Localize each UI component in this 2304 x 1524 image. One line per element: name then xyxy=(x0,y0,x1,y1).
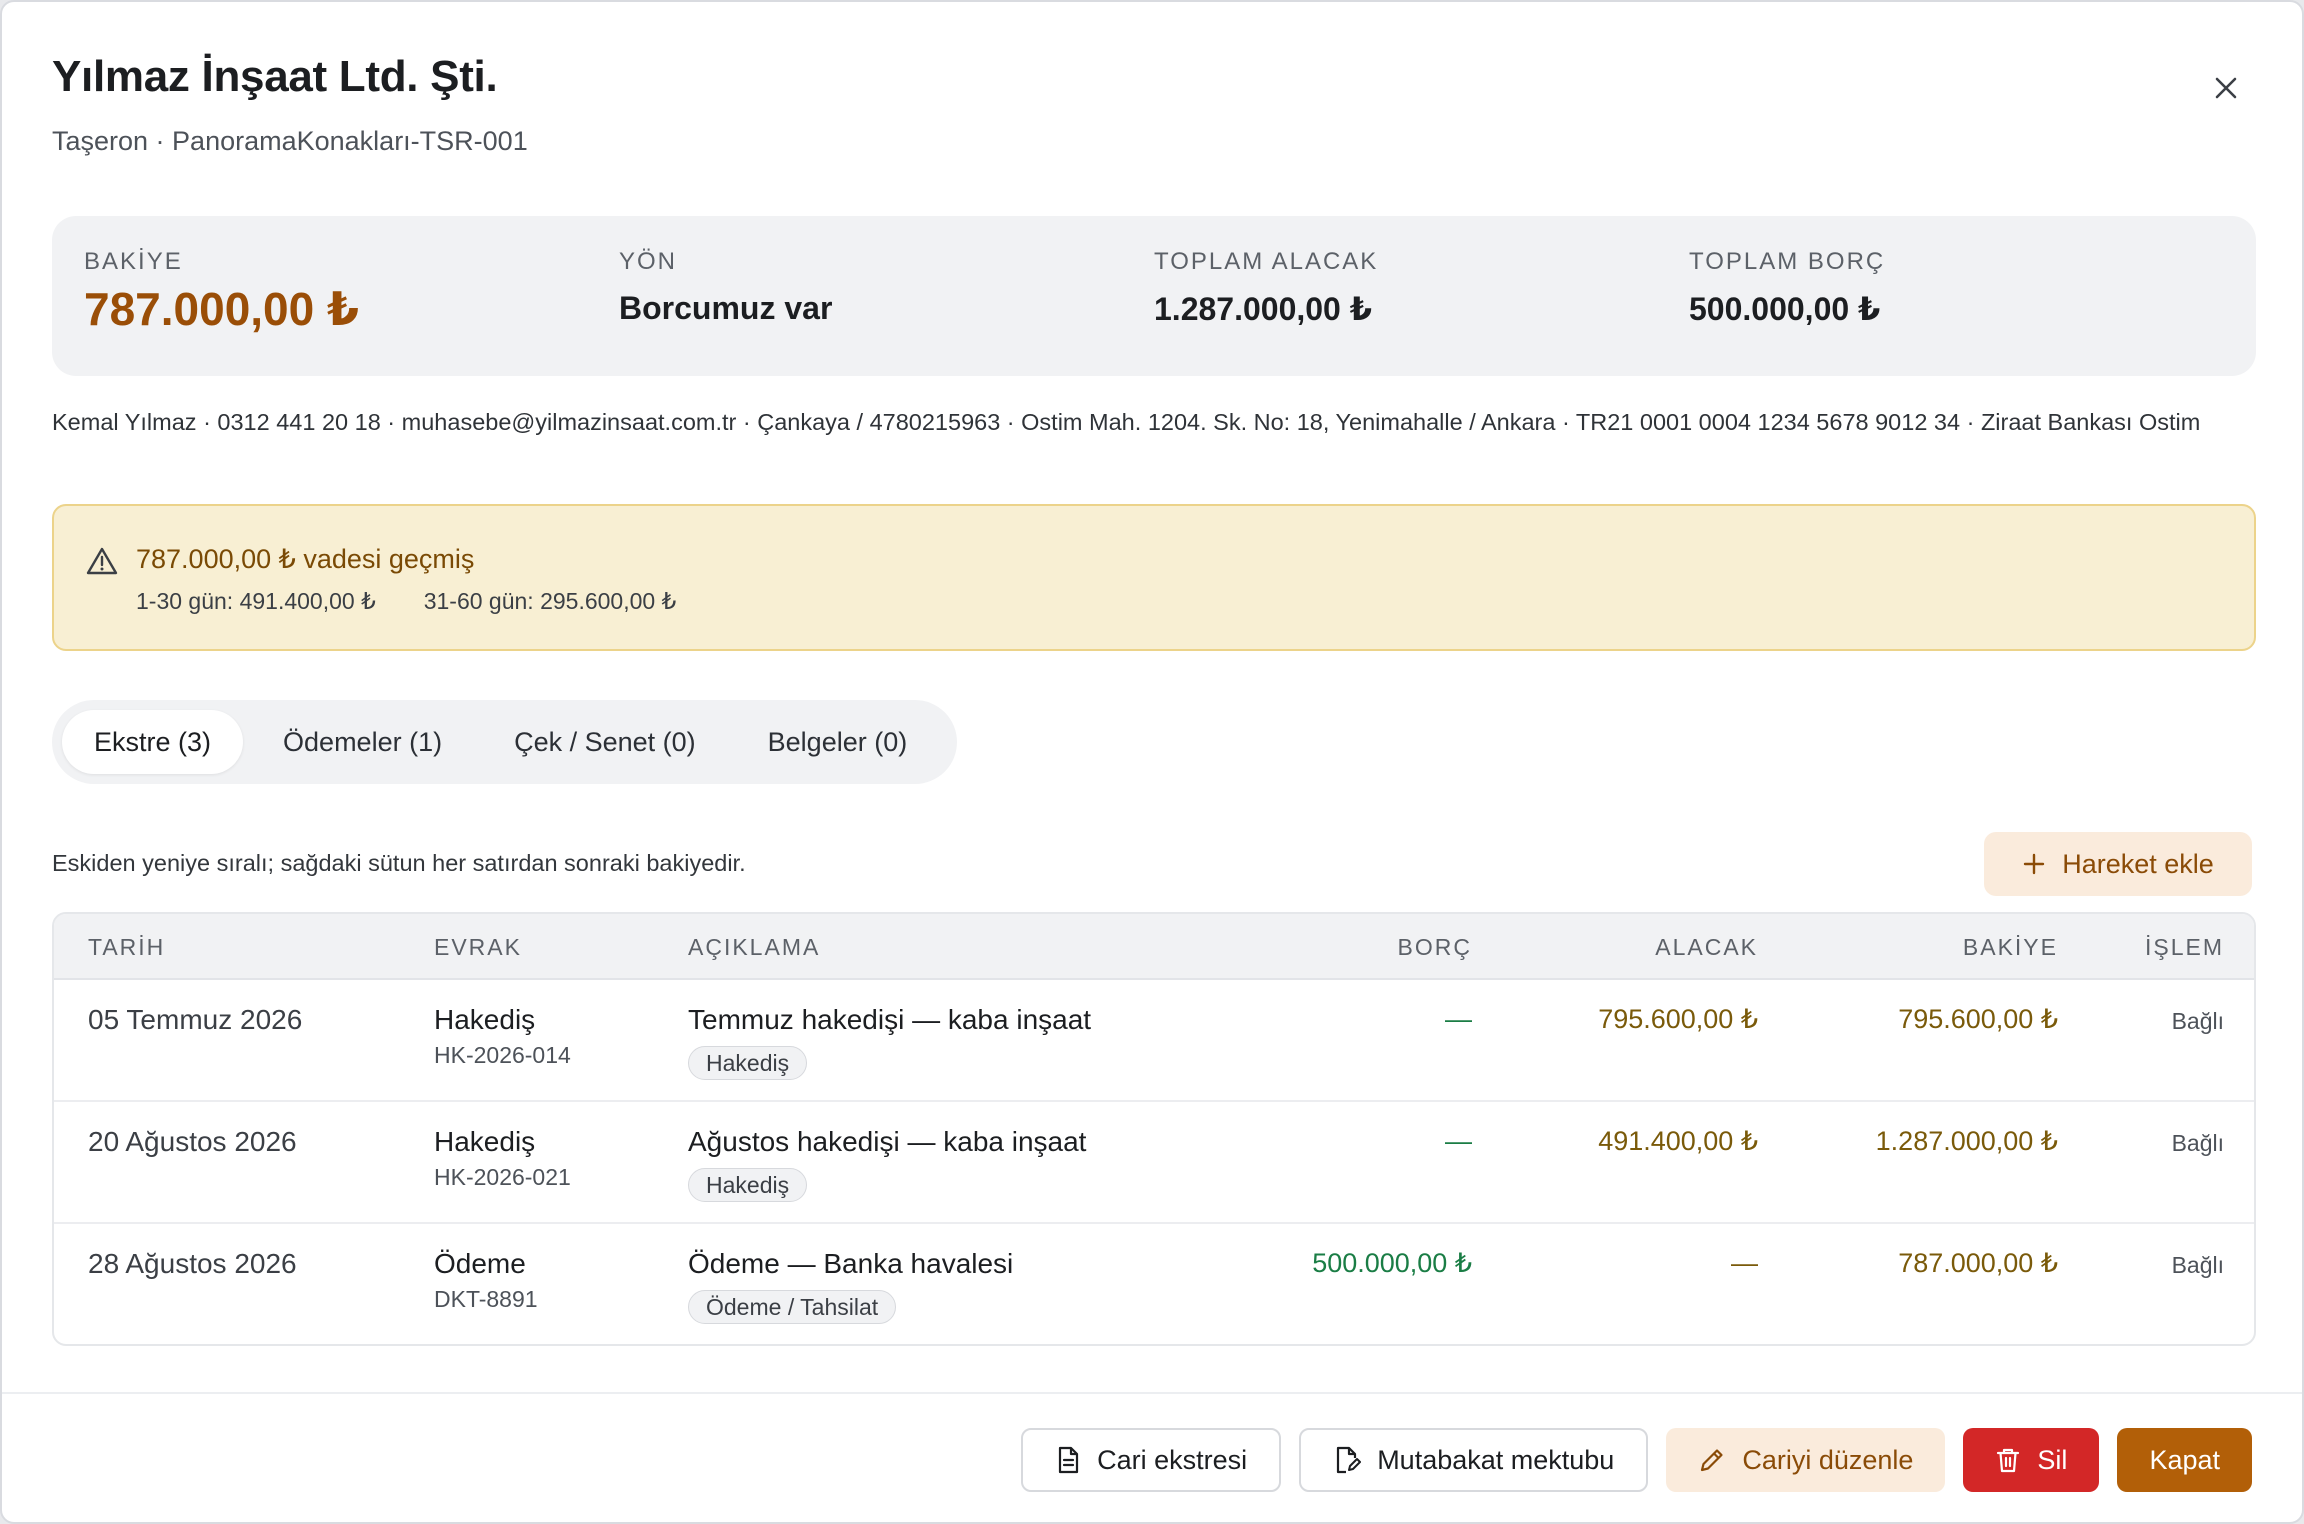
footer-divider xyxy=(2,1392,2302,1394)
close-modal-button[interactable]: Kapat xyxy=(2117,1428,2252,1492)
row-type-tag: Ödeme / Tahsilat xyxy=(688,1290,897,1324)
warning-icon xyxy=(86,547,118,575)
tab-cek-senet[interactable]: Çek / Senet (0) xyxy=(482,710,728,774)
header-borc: BORÇ xyxy=(1397,934,1472,960)
header-date: TARİH xyxy=(88,934,166,960)
contact-info: Kemal Yılmaz · 0312 441 20 18 · muhasebe… xyxy=(52,409,2201,435)
row-date: 28 Ağustos 2026 xyxy=(88,1248,297,1279)
table-row[interactable]: 05 Temmuz 2026 Hakediş HK-2026-014 Temmu… xyxy=(54,980,2254,1102)
row-date: 20 Ağustos 2026 xyxy=(88,1126,297,1157)
modal-header: Yılmaz İnşaat Ltd. Şti. Taşeron · Panora… xyxy=(52,52,2252,172)
summary-total-debit: TOPLAM BORÇ 500.000,00 ₺ xyxy=(1689,248,2224,376)
row-alacak: — xyxy=(1731,1248,1758,1278)
row-action-linked[interactable]: Bağlı xyxy=(2172,1008,2224,1035)
row-date: 05 Temmuz 2026 xyxy=(88,1004,303,1035)
close-button[interactable] xyxy=(2204,66,2248,110)
page-title: Yılmaz İnşaat Ltd. Şti. xyxy=(52,52,498,101)
direction-value: Borcumuz var xyxy=(619,290,833,326)
modal-footer: Cari ekstresi Mutabakat mektubu Cariyi d… xyxy=(1021,1428,2252,1492)
row-alacak: 491.400,00 ₺ xyxy=(1598,1126,1758,1156)
account-statement-button[interactable]: Cari ekstresi xyxy=(1021,1428,1282,1492)
row-type-tag: Hakediş xyxy=(688,1168,808,1202)
row-doc-type: Hakediş xyxy=(434,1126,536,1157)
edit-document-icon xyxy=(1337,1446,1362,1474)
delete-button[interactable]: Sil xyxy=(1963,1428,2100,1492)
tab-ekstre[interactable]: Ekstre (3) xyxy=(62,710,244,774)
header-bakiye: BAKİYE xyxy=(1962,934,2058,960)
row-doc-type: Ödeme xyxy=(434,1248,526,1279)
page-subtitle: Taşeron · PanoramaKonakları-TSR-001 xyxy=(52,126,528,156)
row-doc-no: DKT-8891 xyxy=(434,1286,538,1312)
row-doc-no: HK-2026-021 xyxy=(434,1164,571,1190)
aging-buckets: 1-30 gün: 491.400,00 ₺ 31-60 gün: 295.60… xyxy=(136,588,676,615)
edit-account-label: Cariyi düzenle xyxy=(1742,1444,1914,1475)
summary-total-credit: TOPLAM ALACAK 1.287.000,00 ₺ xyxy=(1154,248,1689,376)
row-description: Ödeme — Banka havalesi xyxy=(688,1248,1014,1279)
row-bakiye: 787.000,00 ₺ xyxy=(1898,1248,2058,1278)
balance-summary: BAKİYE 787.000,00 ₺ YÖN Borcumuz var TOP… xyxy=(52,216,2256,376)
row-alacak: 795.600,00 ₺ xyxy=(1598,1004,1758,1034)
reconciliation-letter-button[interactable]: Mutabakat mektubu xyxy=(1299,1428,1649,1492)
edit-account-button[interactable]: Cariyi düzenle xyxy=(1666,1428,1946,1492)
add-transaction-label: Hareket ekle xyxy=(2062,848,2214,879)
header-islem: İŞLEM xyxy=(2144,934,2224,960)
balance-label: BAKİYE xyxy=(84,248,183,275)
sort-hint: Eskiden yeniye sıralı; sağdaki sütun her… xyxy=(52,850,746,876)
direction-label: YÖN xyxy=(619,248,678,275)
aging-bucket-31-60: 31-60 gün: 295.600,00 ₺ xyxy=(423,588,677,614)
row-description: Ağustos hakedişi — kaba inşaat xyxy=(688,1126,1087,1157)
row-borc: 500.000,00 ₺ xyxy=(1312,1248,1472,1278)
row-bakiye: 1.287.000,00 ₺ xyxy=(1875,1126,2058,1156)
statement-table: TARİH EVRAK AÇIKLAMA BORÇ ALACAK BAKİYE … xyxy=(52,912,2256,1346)
account-statement-label: Cari ekstresi xyxy=(1097,1444,1248,1475)
table-row[interactable]: 28 Ağustos 2026 Ödeme DKT-8891 Ödeme — B… xyxy=(54,1224,2254,1344)
trash-icon xyxy=(1997,1448,2020,1473)
close-icon xyxy=(2215,77,2237,99)
row-action-linked[interactable]: Bağlı xyxy=(2172,1130,2224,1157)
balance-value: 787.000,00 ₺ xyxy=(84,283,360,335)
total-credit-label: TOPLAM ALACAK xyxy=(1154,248,1379,275)
row-action-linked[interactable]: Bağlı xyxy=(2172,1252,2224,1279)
tab-bar: Ekstre (3) Ödemeler (1) Çek / Senet (0) … xyxy=(52,700,958,784)
table-header: TARİH EVRAK AÇIKLAMA BORÇ ALACAK BAKİYE … xyxy=(54,914,2254,980)
table-row[interactable]: 20 Ağustos 2026 Hakediş HK-2026-021 Ağus… xyxy=(54,1102,2254,1224)
delete-label: Sil xyxy=(2037,1444,2068,1475)
total-debit-label: TOPLAM BORÇ xyxy=(1689,248,1886,275)
account-detail-modal: Yılmaz İnşaat Ltd. Şti. Taşeron · Panora… xyxy=(0,0,2304,1524)
tab-odemeler[interactable]: Ödemeler (1) xyxy=(251,710,474,774)
total-credit-value: 1.287.000,00 ₺ xyxy=(1154,291,1372,327)
add-transaction-button[interactable]: Hareket ekle xyxy=(1984,832,2252,896)
reconciliation-letter-label: Mutabakat mektubu xyxy=(1377,1444,1615,1475)
pencil-icon xyxy=(1701,1449,1723,1472)
close-modal-label: Kapat xyxy=(2149,1444,2220,1475)
header-doc: EVRAK xyxy=(434,934,522,960)
plus-icon xyxy=(2024,853,2045,875)
row-description: Temmuz hakedişi — kaba inşaat xyxy=(688,1004,1092,1035)
header-alacak: ALACAK xyxy=(1655,934,1758,960)
aging-bucket-1-30: 1-30 gün: 491.400,00 ₺ xyxy=(136,588,376,614)
total-debit-value: 500.000,00 ₺ xyxy=(1689,291,1881,327)
row-doc-type: Hakediş xyxy=(434,1004,536,1035)
overdue-alert: 787.000,00 ₺ vadesi geçmiş 1-30 gün: 491… xyxy=(52,504,2256,651)
row-doc-no: HK-2026-014 xyxy=(434,1042,571,1068)
row-borc: — xyxy=(1445,1126,1472,1156)
row-bakiye: 795.600,00 ₺ xyxy=(1898,1004,2058,1034)
row-borc: — xyxy=(1445,1004,1472,1034)
row-type-tag: Hakediş xyxy=(688,1046,808,1080)
overdue-total: 787.000,00 ₺ vadesi geçmiş xyxy=(136,544,475,574)
document-icon xyxy=(1059,1446,1079,1474)
summary-direction: YÖN Borcumuz var xyxy=(619,248,1154,376)
tab-belgeler[interactable]: Belgeler (0) xyxy=(736,710,940,774)
header-desc: AÇIKLAMA xyxy=(688,934,821,960)
summary-balance: BAKİYE 787.000,00 ₺ xyxy=(84,248,619,376)
